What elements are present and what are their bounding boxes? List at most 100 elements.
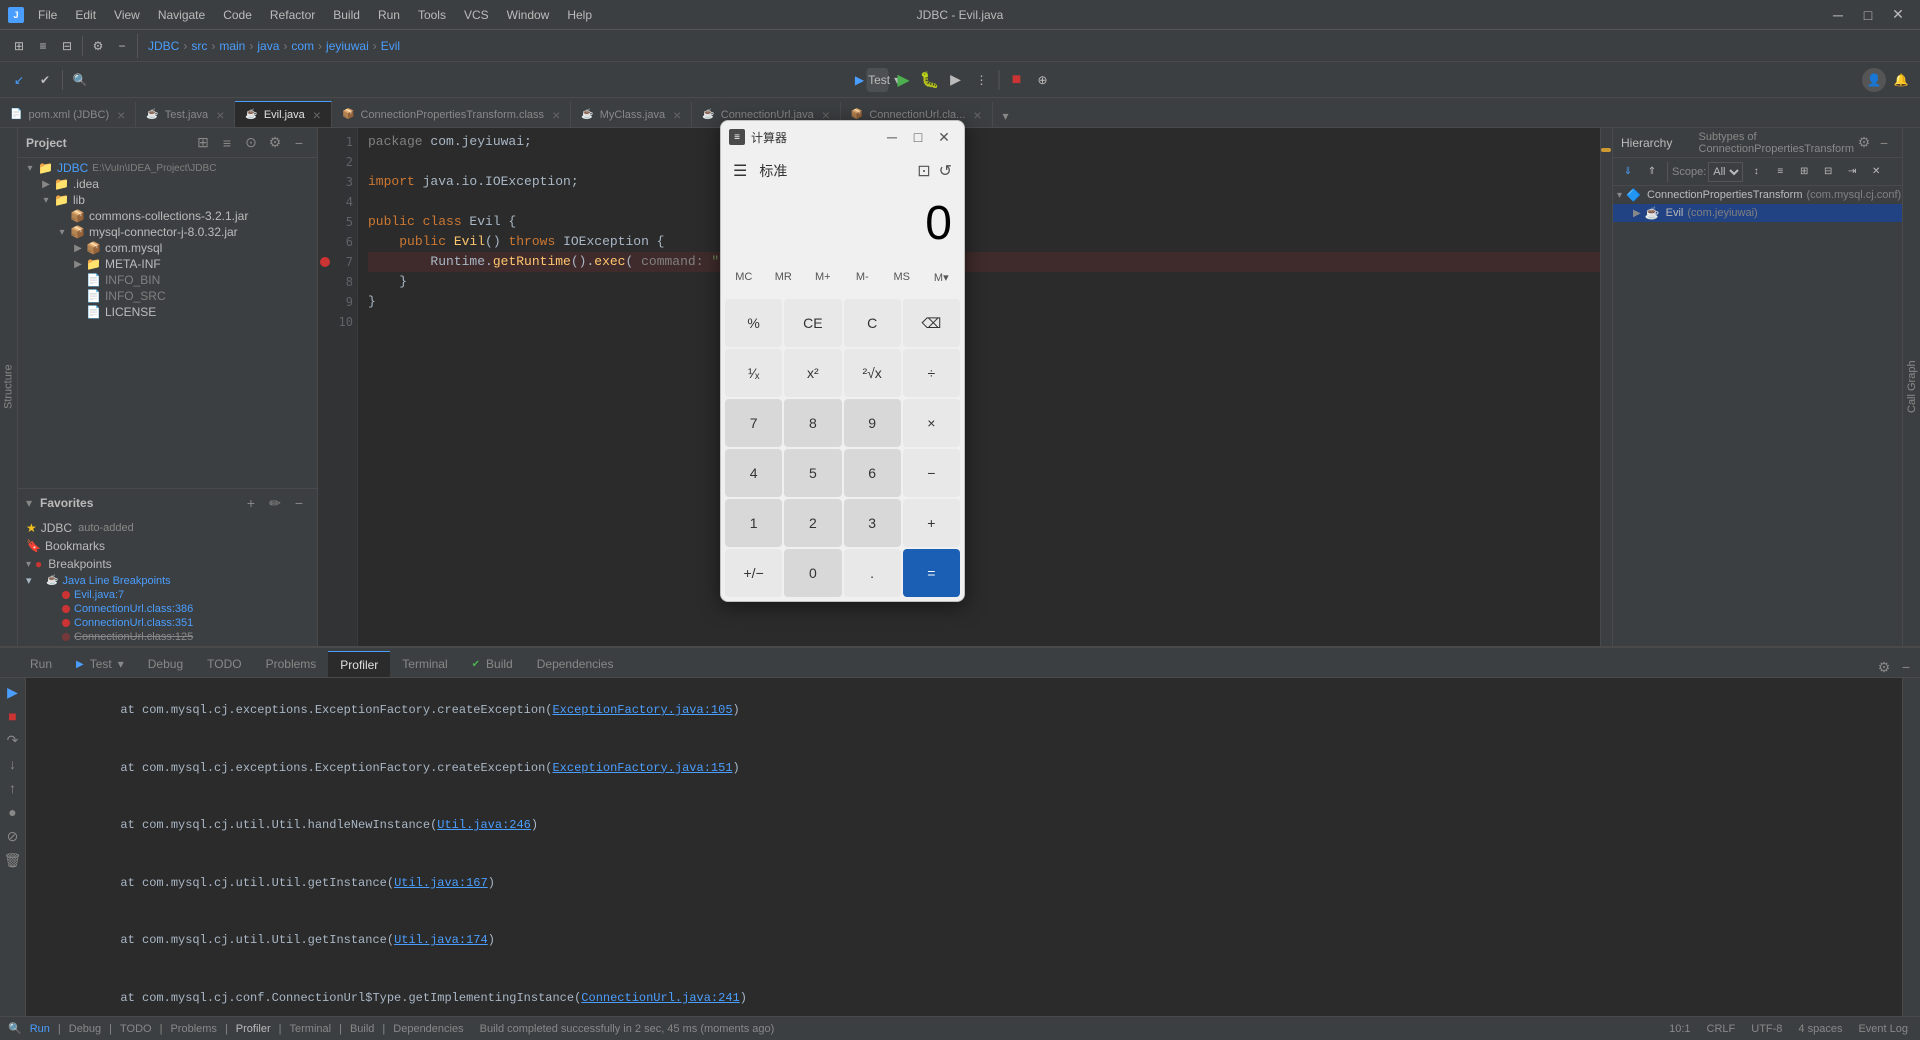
- calc-mminus-btn[interactable]: M-: [844, 263, 882, 291]
- bottom-tab-todo[interactable]: TODO: [195, 651, 253, 677]
- run-step-into-btn[interactable]: ↓: [3, 754, 23, 774]
- bottom-tab-dependencies[interactable]: Dependencies: [525, 651, 626, 677]
- run-mute-bp-btn[interactable]: ⊘: [3, 826, 23, 846]
- terminal-status-btn[interactable]: Terminal: [290, 1023, 332, 1035]
- project-link-editor-btn[interactable]: ⊙: [241, 133, 261, 153]
- calc-multiply-btn[interactable]: ×: [903, 399, 960, 447]
- todo-status-btn[interactable]: TODO: [120, 1023, 152, 1035]
- hier-supertypes-btn[interactable]: ⇑: [1641, 161, 1663, 183]
- debug-button[interactable]: 🐛: [919, 69, 941, 91]
- debug-status-btn[interactable]: Debug: [69, 1023, 101, 1035]
- menu-code[interactable]: Code: [215, 6, 260, 24]
- out-link-3[interactable]: Util.java:246: [437, 818, 531, 832]
- calc-add-btn[interactable]: +: [903, 499, 960, 547]
- bottom-close-btn[interactable]: −: [1896, 657, 1916, 677]
- tree-item-mysql-jar[interactable]: ▾ 📦 mysql-connector-j-8.0.32.jar: [18, 224, 317, 240]
- calc-4-btn[interactable]: 4: [725, 449, 782, 497]
- search-everywhere-btn[interactable]: 🔍: [69, 69, 91, 91]
- bp-connurl-125[interactable]: ConnectionUrl.class:125: [18, 630, 317, 644]
- user-icon[interactable]: 👤: [1862, 68, 1886, 92]
- run-coverage-btn[interactable]: ▶: [945, 69, 967, 91]
- close-button[interactable]: ✕: [1884, 4, 1912, 26]
- hier-scope-select[interactable]: All: [1708, 162, 1743, 182]
- line-sep-indicator[interactable]: CRLF: [1703, 1023, 1740, 1035]
- build-status-label[interactable]: Build: [350, 1023, 374, 1035]
- bp-group-java[interactable]: ▾ ☕ Java Line Breakpoints: [18, 573, 317, 588]
- pin-btn[interactable]: −: [111, 35, 133, 57]
- more-tabs-btn[interactable]: ▾: [995, 105, 1017, 127]
- bottom-tab-profiler[interactable]: Profiler: [328, 651, 390, 677]
- tree-item-commons-jar[interactable]: ▶ 📦 commons-collections-3.2.1.jar: [18, 208, 317, 224]
- bottom-gear-btn[interactable]: ⚙: [1874, 657, 1894, 677]
- fav-item-bookmarks[interactable]: 🔖 Bookmarks: [18, 537, 317, 555]
- breadcrumb-src[interactable]: src: [191, 39, 207, 53]
- calc-ms-btn[interactable]: MS: [883, 263, 921, 291]
- out-link-5[interactable]: Util.java:174: [394, 933, 488, 947]
- hier-btn3[interactable]: ⊞: [1793, 161, 1815, 183]
- indent-indicator[interactable]: 4 spaces: [1794, 1023, 1846, 1035]
- calc-subtract-btn[interactable]: −: [903, 449, 960, 497]
- menu-run[interactable]: Run: [370, 6, 408, 24]
- fav-add-btn[interactable]: +: [241, 493, 261, 513]
- settings-gear-icon[interactable]: ⚙: [87, 35, 109, 57]
- calc-decimal-btn[interactable]: .: [844, 549, 901, 597]
- calc-mplus-btn[interactable]: M+: [804, 263, 842, 291]
- menu-edit[interactable]: Edit: [67, 6, 104, 24]
- tree-item-idea[interactable]: ▶ 📁 .idea: [18, 176, 317, 192]
- run-stop-btn[interactable]: ■: [3, 706, 23, 726]
- hierarchy-close-btn[interactable]: −: [1874, 133, 1894, 153]
- code-content[interactable]: package com.jeyiuwai; import java.io.IOE…: [360, 128, 1612, 336]
- tab-evil-java[interactable]: ☕ Evil.java ×: [235, 101, 332, 127]
- calc-percent-btn[interactable]: %: [725, 299, 782, 347]
- menu-window[interactable]: Window: [499, 6, 558, 24]
- run-output[interactable]: at com.mysql.cj.exceptions.ExceptionFact…: [26, 678, 1902, 1016]
- breadcrumb-jeyiuwai[interactable]: jeyiuwai: [326, 39, 369, 53]
- run-step-over-btn[interactable]: ↷: [3, 730, 23, 750]
- tab-evil-java-close[interactable]: ×: [313, 107, 321, 123]
- encoding-indicator[interactable]: UTF-8: [1747, 1023, 1786, 1035]
- fav-item-jdbc[interactable]: ★ JDBC auto-added: [18, 519, 317, 537]
- search-status-icon[interactable]: 🔍: [8, 1022, 22, 1035]
- menu-view[interactable]: View: [106, 6, 148, 24]
- tab-myclass-java[interactable]: ☕ MyClass.java ×: [571, 101, 692, 127]
- calc-square-btn[interactable]: x²: [784, 349, 841, 397]
- calc-1-btn[interactable]: 1: [725, 499, 782, 547]
- minimize-button[interactable]: ─: [1824, 4, 1852, 26]
- calc-6-btn[interactable]: 6: [844, 449, 901, 497]
- calc-0-btn[interactable]: 0: [784, 549, 841, 597]
- calc-8-btn[interactable]: 8: [784, 399, 841, 447]
- calc-reciprocal-btn[interactable]: ¹⁄ₓ: [725, 349, 782, 397]
- out-link-2[interactable]: ExceptionFactory.java:151: [552, 761, 732, 775]
- tree-item-infosrc[interactable]: ▶ 📄 INFO_SRC: [18, 288, 317, 304]
- bp-connurl-386[interactable]: ConnectionUrl.class:386: [18, 602, 317, 616]
- menu-refactor[interactable]: Refactor: [262, 6, 323, 24]
- tab-myclass-java-close[interactable]: ×: [673, 107, 681, 123]
- tree-item-metainf[interactable]: ▶ 📁 META-INF: [18, 256, 317, 272]
- bp-connurl-351[interactable]: ConnectionUrl.class:351: [18, 616, 317, 630]
- tree-item-infobin[interactable]: ▶ 📄 INFO_BIN: [18, 272, 317, 288]
- more-run-btn[interactable]: ⋮: [971, 69, 993, 91]
- collapse-btn[interactable]: ⊟: [56, 35, 78, 57]
- calc-7-btn[interactable]: 7: [725, 399, 782, 447]
- call-graph-label[interactable]: Call Graph: [1904, 128, 1920, 646]
- tab-connurl-class-close[interactable]: ×: [973, 107, 981, 123]
- run-step-out-btn[interactable]: ↑: [3, 778, 23, 798]
- project-expand-btn[interactable]: ⊞: [193, 133, 213, 153]
- hierarchy-gear-btn[interactable]: ⚙: [1854, 133, 1874, 153]
- menu-help[interactable]: Help: [559, 6, 600, 24]
- project-gear-btn[interactable]: ⚙: [265, 133, 285, 153]
- position-indicator[interactable]: 10:1: [1665, 1023, 1694, 1035]
- tree-item-jdbc-root[interactable]: ▾ 📁 JDBC E:\VuIn\IDEA_Project\JDBC: [18, 160, 317, 176]
- calc-ce-btn[interactable]: CE: [784, 299, 841, 347]
- run-resume-btn[interactable]: ▶: [3, 682, 23, 702]
- bottom-tab-terminal[interactable]: Terminal: [390, 651, 459, 677]
- breadcrumb-evil[interactable]: Evil: [381, 39, 400, 53]
- bottom-tab-test[interactable]: ▶ Test ▾: [64, 651, 136, 677]
- menu-build[interactable]: Build: [325, 6, 368, 24]
- bottom-tab-problems[interactable]: Problems: [254, 651, 329, 677]
- out-link-4[interactable]: Util.java:167: [394, 876, 488, 890]
- tab-conn-transform-close[interactable]: ×: [552, 107, 560, 123]
- fav-remove-btn[interactable]: −: [289, 493, 309, 513]
- menu-navigate[interactable]: Navigate: [150, 6, 213, 24]
- attach-debugger-btn[interactable]: ⊕: [1032, 69, 1054, 91]
